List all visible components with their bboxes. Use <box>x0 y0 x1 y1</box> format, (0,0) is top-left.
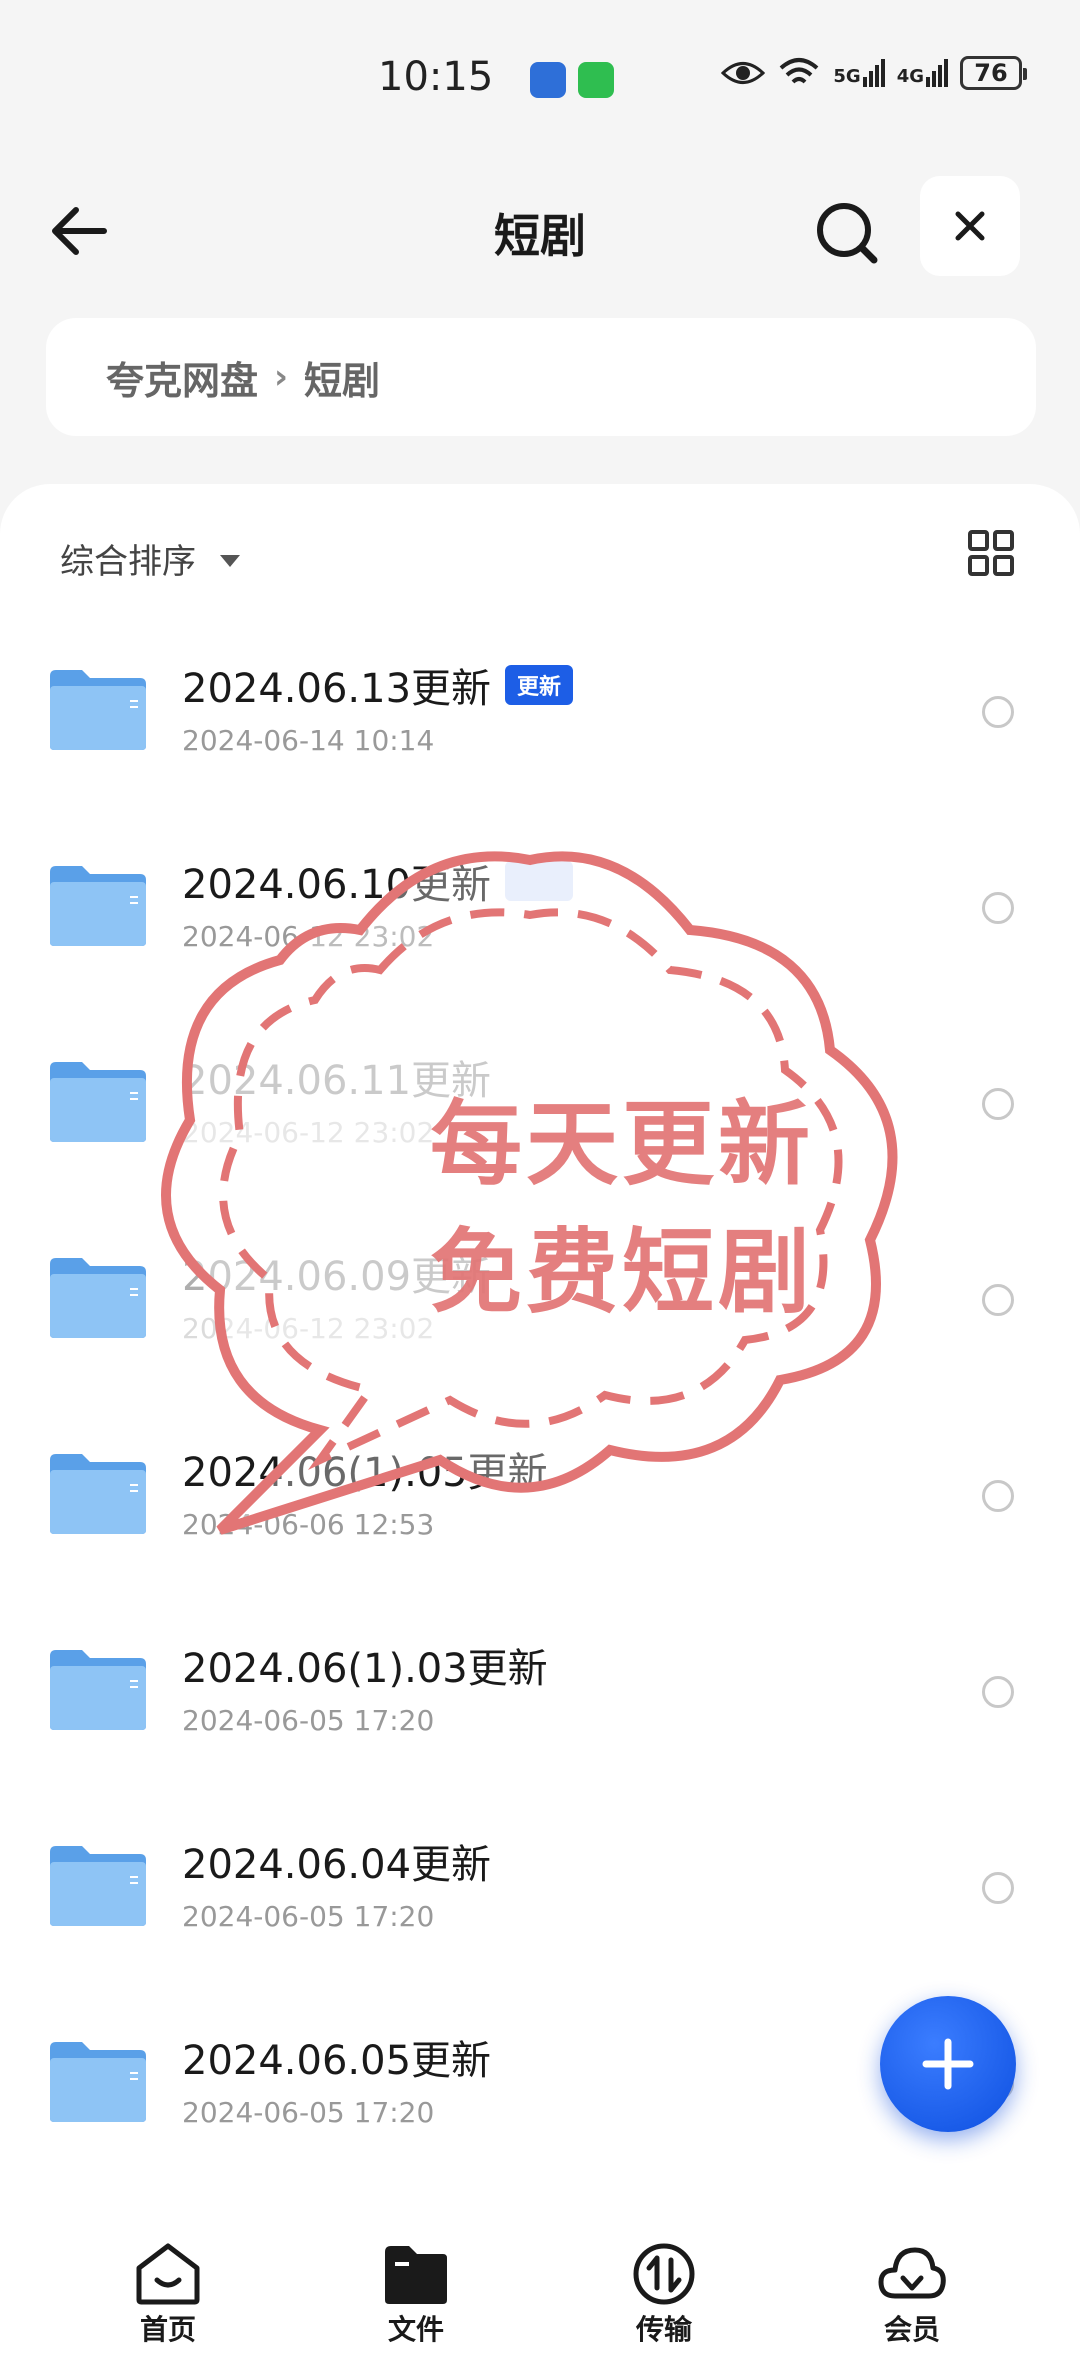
file-row[interactable]: 2024.06.04更新 2024-06-05 17:20 <box>0 1796 1080 1992</box>
file-time: 2024-06-06 12:53 <box>182 1508 435 1541</box>
nav-home-label: 首页 <box>139 2313 196 2346</box>
header: 短剧 <box>0 170 1080 290</box>
file-row[interactable]: 2024.06(1).05更新 2024-06-06 12:53 <box>0 1404 1080 1600</box>
status-indicators: 5G 4G 76 <box>721 56 1027 90</box>
file-name-text: 2024.06.10更新 <box>182 862 492 908</box>
file-name-text: 2024.06.05更新 <box>182 2038 492 2084</box>
nav-transfer[interactable]: 传输 <box>584 2242 744 2348</box>
battery-icon: 76 <box>960 56 1027 90</box>
nav-files[interactable]: 文件 <box>336 2242 496 2348</box>
close-button[interactable] <box>920 176 1020 276</box>
file-name: 2024.06.10更新 更新 <box>182 852 574 910</box>
breadcrumb-separator: › <box>274 357 289 397</box>
file-name: 2024.06.04更新 <box>182 1832 491 1890</box>
wifi-icon <box>780 58 819 84</box>
network-5g-label: 5G <box>833 66 861 87</box>
sort-dropdown[interactable]: 综合排序 <box>60 534 240 583</box>
nav-home[interactable]: 首页 <box>88 2242 248 2348</box>
folder-icon <box>50 1454 146 1534</box>
file-name: 2024.06.05更新 <box>182 2028 491 2086</box>
file-time: 2024-06-12 23:02 <box>182 1312 435 1345</box>
file-name: 2024.06.09更新 <box>182 1244 491 1302</box>
eye-icon <box>721 62 766 84</box>
wechat-icon <box>578 62 614 98</box>
grid-view-icon[interactable] <box>968 530 1014 576</box>
select-radio[interactable] <box>982 1872 1014 1904</box>
file-name: 2024.06.13更新 更新 <box>182 656 574 714</box>
status-bar: 10:15 5G 4G 76 <box>0 40 1080 120</box>
file-time: 2024-06-14 10:14 <box>182 724 435 757</box>
breadcrumb: 夸克网盘 › 短剧 <box>46 318 1036 436</box>
file-name-text: 2024.06.04更新 <box>182 1842 492 1888</box>
file-time: 2024-06-05 17:20 <box>182 1704 435 1737</box>
page: 10:15 5G 4G 76 短剧 夸克网盘 › 短剧 综合排序 2024.06… <box>0 0 1080 2376</box>
folder-icon <box>50 670 146 750</box>
status-time: 10:15 <box>378 54 494 100</box>
select-radio[interactable] <box>982 1480 1014 1512</box>
file-name-text: 2024.06(1).05更新 <box>182 1450 548 1496</box>
plus-icon <box>922 2038 974 2090</box>
file-list-panel: 综合排序 2024.06.13更新 更新 2024-06-14 10:14 20… <box>0 484 1080 2224</box>
file-row[interactable]: 2024.06.13更新 更新 2024-06-14 10:14 <box>0 620 1080 816</box>
file-time: 2024-06-05 17:20 <box>182 2096 435 2129</box>
file-name: 2024.06(1).05更新 <box>182 1440 548 1498</box>
file-time: 2024-06-05 17:20 <box>182 1900 435 1933</box>
page-title: 短剧 <box>494 209 586 263</box>
file-row[interactable]: 2024.06.10更新 更新 2024-06-12 23:02 <box>0 816 1080 1012</box>
home-icon <box>136 2243 200 2305</box>
signal-4g-icon: 4G <box>897 59 948 87</box>
app-notification-icon <box>530 62 566 98</box>
select-radio[interactable] <box>982 892 1014 924</box>
file-name-text: 2024.06(1).03更新 <box>182 1646 548 1692</box>
file-time: 2024-06-12 23:02 <box>182 1116 435 1149</box>
folder-icon <box>50 2042 146 2122</box>
file-name-text: 2024.06.11更新 <box>182 1058 492 1104</box>
transfer-icon <box>633 2243 695 2305</box>
file-name-text: 2024.06.13更新 <box>182 666 492 712</box>
file-row[interactable]: 2024.06.09更新 2024-06-12 23:02 <box>0 1208 1080 1404</box>
add-button[interactable] <box>880 1996 1016 2132</box>
breadcrumb-root[interactable]: 夸克网盘 <box>106 350 258 405</box>
select-radio[interactable] <box>982 1676 1014 1708</box>
nav-files-label: 文件 <box>387 2313 444 2346</box>
folder-icon <box>50 1650 146 1730</box>
file-name: 2024.06.11更新 <box>182 1048 491 1106</box>
cloud-icon <box>878 2247 946 2299</box>
folder-icon <box>50 1258 146 1338</box>
signal-5g-icon: 5G <box>833 59 885 87</box>
nav-member[interactable]: 会员 <box>832 2242 992 2348</box>
file-name: 2024.06(1).03更新 <box>182 1636 548 1694</box>
file-time: 2024-06-12 23:02 <box>182 920 435 953</box>
file-row[interactable]: 2024.06(1).03更新 2024-06-05 17:20 <box>0 1600 1080 1796</box>
select-radio[interactable] <box>982 696 1014 728</box>
search-icon[interactable] <box>808 194 888 274</box>
bottom-nav: 首页 文件 传输 会员 <box>0 2224 1080 2376</box>
close-icon <box>955 211 985 241</box>
folder-icon <box>50 1062 146 1142</box>
folder-icon <box>50 1846 146 1926</box>
folder-icon <box>385 2246 447 2304</box>
network-4g-label: 4G <box>896 66 924 87</box>
update-badge: 更新 <box>505 861 574 901</box>
nav-transfer-label: 传输 <box>635 2313 692 2346</box>
file-name-text: 2024.06.09更新 <box>182 1254 492 1300</box>
update-badge: 更新 <box>505 665 574 705</box>
select-radio[interactable] <box>982 1284 1014 1316</box>
select-radio[interactable] <box>982 1088 1014 1120</box>
breadcrumb-current: 短剧 <box>304 358 381 403</box>
file-row[interactable]: 2024.06.11更新 2024-06-12 23:02 <box>0 1012 1080 1208</box>
nav-member-label: 会员 <box>883 2313 940 2346</box>
caret-down-icon <box>220 554 240 567</box>
folder-icon <box>50 866 146 946</box>
sort-label: 综合排序 <box>60 542 196 582</box>
